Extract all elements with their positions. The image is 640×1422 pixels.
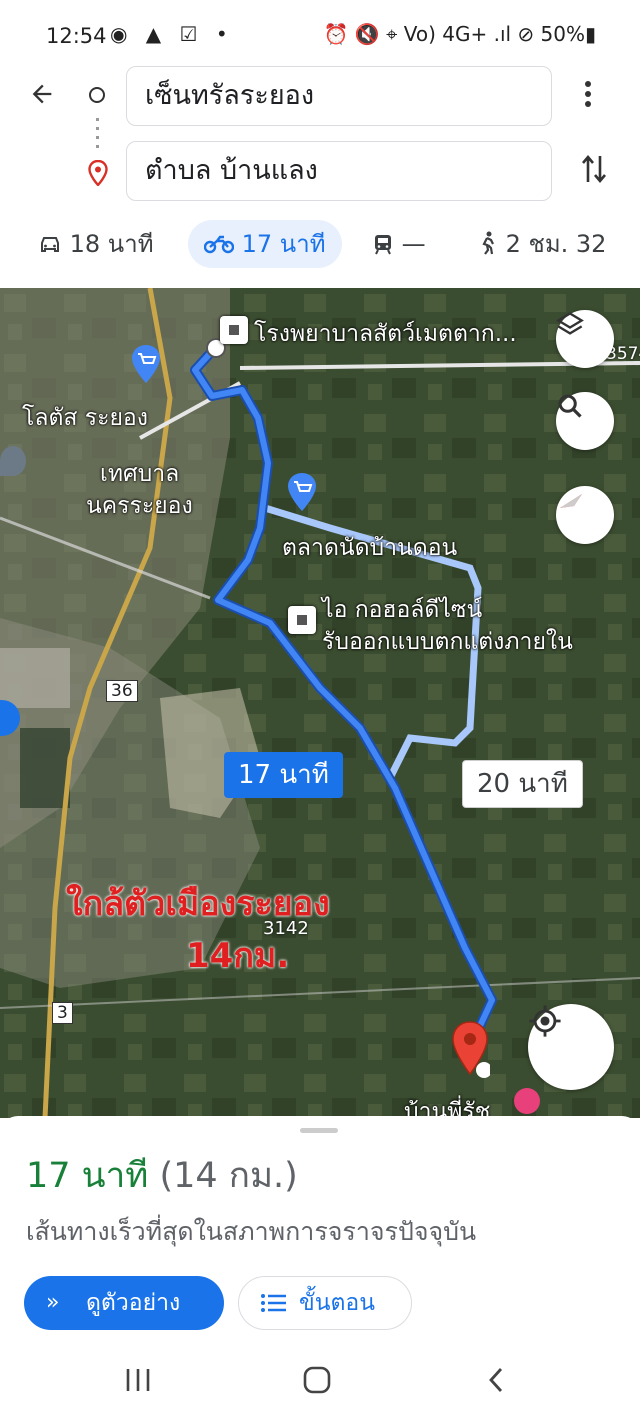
steps-button[interactable]: ขั้นตอน [238,1276,412,1330]
my-location-icon[interactable] [528,1004,614,1090]
route-duration: 17 นาที [26,1156,149,1196]
destination-pin-icon [88,159,108,190]
poi-label-municipality-1: เทศบาล [100,461,180,487]
tab-walking[interactable]: 2 ชม. 32 [478,220,606,268]
poi-label-hospital: โรงพยาบาลสัตว์เมตตาก... [254,321,517,347]
poi-label-lotus: โลตัส ระยอง [22,405,148,431]
poi-label-design-2: รับออกแบบตกแต่งภายใน [322,629,573,655]
map-view[interactable]: 36 3142 3 3574 โรงพยาบาลสัตว์เมตตาก... โ… [0,288,640,1118]
car-icon [38,230,70,258]
notification-icons: ◉ ▲ ☑ • [110,22,234,46]
poi-label-design-1: ไอ กอฮอล์ดีไซน์ [322,597,483,623]
poi-label-destination: บ้านพี่รัช [404,1099,491,1118]
road-shield-3: 3 [52,1002,73,1024]
recent-apps-icon[interactable] [124,1366,152,1401]
route-distance: (14 กม.) [159,1156,298,1196]
preview-button[interactable]: » ดูตัวอย่าง [24,1276,224,1330]
preview-label: ดูตัวอย่าง [86,1290,181,1316]
system-nav-bar [0,1350,640,1422]
home-icon[interactable] [302,1366,332,1402]
layers-icon[interactable] [556,310,614,368]
list-icon [261,1277,287,1329]
route-duration-primary[interactable]: 17 นาที [224,752,343,798]
motorcycle-time: 17 นาที [241,230,326,258]
hotel-poi-icon[interactable] [514,1088,540,1114]
transit-icon [372,230,402,258]
swap-direction-icon[interactable] [580,152,608,193]
system-status-icons: ⏰ 🔇 ⌖ Vo) 4G+ .ıl ⊘ 50%▮ [323,22,596,46]
poi-label-municipality-2: นครระยอง [86,493,193,519]
status-bar: 12:54 ◉ ▲ ☑ • ⏰ 🔇 ⌖ Vo) 4G+ .ıl ⊘ 50%▮ [0,0,640,68]
walk-icon [478,230,506,258]
annotation-text-line1: ใกล้ตัวเมืองระยอง [66,884,330,924]
driving-time: 18 นาที [69,230,154,258]
business-poi-icon[interactable] [288,606,316,634]
tab-motorcycle[interactable]: 17 นาที [188,220,342,268]
hospital-poi-icon[interactable] [220,316,248,344]
route-eta: 17 นาที (14 กม.) [26,1148,298,1203]
more-options-icon[interactable] [584,80,592,115]
travel-mode-tabs: 18 นาที 17 นาที — 2 ชม. 32 [0,218,640,274]
origin-circle-icon [89,87,105,103]
route-connector [96,118,99,148]
school-poi-icon[interactable] [0,446,26,476]
destination-input[interactable]: ตำบล บ้านแลง [126,141,552,201]
tab-driving[interactable]: 18 นาที [38,220,154,268]
poi-label-market: ตลาดนัดบ้านดอน [282,535,458,561]
tab-transit[interactable]: — [372,220,426,268]
walking-time: 2 ชม. 32 [505,230,607,258]
status-time: 12:54 [46,24,107,48]
annotation-text-line2: 14กม. [186,936,290,976]
sheet-drag-handle[interactable] [300,1128,338,1133]
route-duration-alt[interactable]: 20 นาที [462,760,583,808]
motorcycle-icon [203,230,242,258]
back-nav-icon[interactable] [486,1366,506,1402]
route-description: เส้นทางเร็วที่สุดในสภาพการจราจรปัจจุบัน [26,1217,477,1246]
back-arrow-icon[interactable] [28,80,68,120]
road-shield-36: 36 [106,680,138,702]
origin-input[interactable]: เซ็นทรัลระยอง [126,66,552,126]
double-chevron-icon: » [46,1290,60,1315]
steps-label: ขั้นตอน [299,1290,375,1316]
compass-icon[interactable] [556,486,614,544]
transit-time: — [401,230,426,258]
search-icon[interactable] [556,392,614,450]
